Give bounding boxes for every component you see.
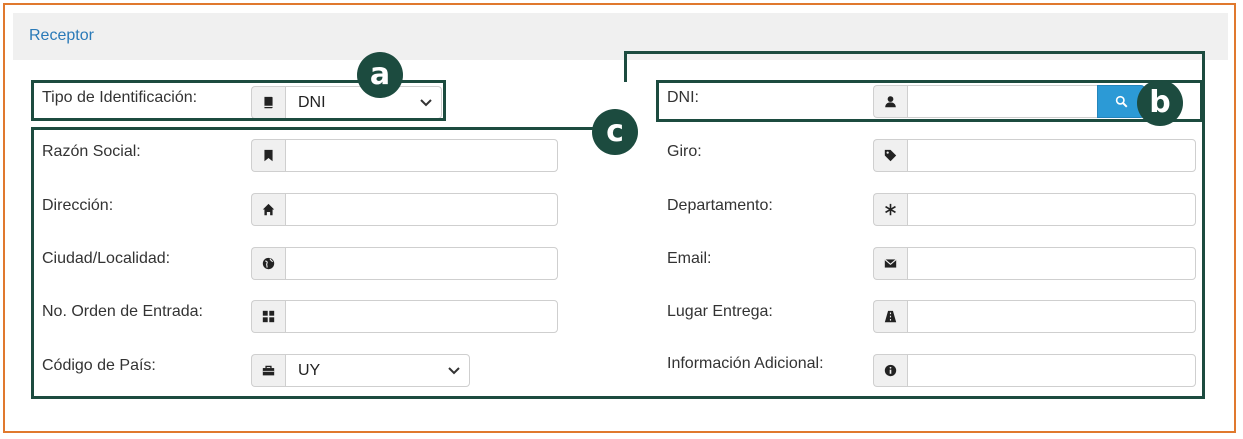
home-icon <box>251 193 285 226</box>
user-icon <box>873 85 907 118</box>
email-label: Email: <box>667 250 712 267</box>
grid-icon <box>251 300 285 333</box>
info-adicional-input[interactable] <box>907 354 1196 387</box>
bookmark-icon <box>251 139 285 172</box>
departamento-label: Departamento: <box>667 197 773 214</box>
direccion-label: Dirección: <box>42 197 114 214</box>
briefcase-icon <box>251 354 285 387</box>
annotation-box-c-connector-top <box>624 51 1205 54</box>
chevron-down-icon <box>448 367 460 375</box>
codigo-pais-value: UY <box>298 361 321 379</box>
road-icon <box>873 300 907 333</box>
annotation-box-c-connector-left <box>624 51 627 82</box>
departamento-input[interactable] <box>907 193 1196 226</box>
annotation-badge-c: c <box>592 109 638 155</box>
lugar-entrega-input[interactable] <box>907 300 1196 333</box>
search-icon <box>1115 95 1127 108</box>
codigo-pais-label: Código de País: <box>42 357 156 374</box>
giro-label: Giro: <box>667 143 702 160</box>
tipo-identificacion-value: DNI <box>298 93 326 111</box>
annotation-badge-a: a <box>357 52 403 98</box>
asterisk-icon <box>873 193 907 226</box>
giro-input[interactable] <box>907 139 1196 172</box>
dni-input[interactable] <box>907 85 1098 118</box>
ciudad-input[interactable] <box>285 247 558 280</box>
annotation-box-c-top-edge <box>31 127 599 130</box>
annotation-badge-b: b <box>1137 80 1183 126</box>
codigo-pais-select[interactable]: UY <box>285 354 470 387</box>
razon-social-input[interactable] <box>285 139 558 172</box>
annotation-box-c-connector-right <box>1202 51 1205 129</box>
info-adicional-label: Información Adicional: <box>667 355 824 372</box>
lugar-entrega-label: Lugar Entrega: <box>667 303 773 320</box>
envelope-icon <box>873 247 907 280</box>
tag-icon <box>873 139 907 172</box>
panel-title: Receptor <box>29 27 94 44</box>
orden-entrada-label: No. Orden de Entrada: <box>42 303 203 320</box>
email-input[interactable] <box>907 247 1196 280</box>
dni-label: DNI: <box>667 89 699 106</box>
tipo-identificacion-label: Tipo de Identificación: <box>42 89 198 106</box>
info-icon <box>873 354 907 387</box>
razon-social-label: Razón Social: <box>42 143 141 160</box>
ciudad-label: Ciudad/Localidad: <box>42 250 171 267</box>
orden-entrada-input[interactable] <box>285 300 558 333</box>
direccion-input[interactable] <box>285 193 558 226</box>
chevron-down-icon <box>420 99 432 107</box>
book-icon <box>251 86 285 119</box>
globe-icon <box>251 247 285 280</box>
